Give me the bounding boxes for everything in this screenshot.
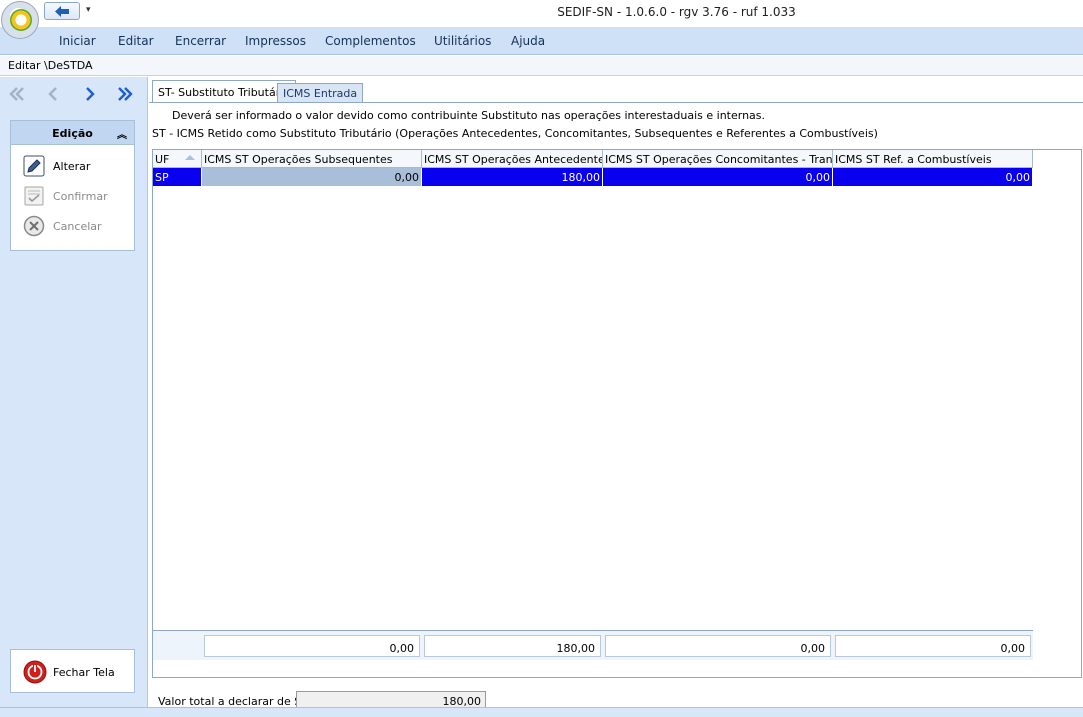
st-grid[interactable]: UF ICMS ST Operações Subsequentes ICMS S… — [152, 149, 1082, 678]
confirmar-label: Confirmar — [53, 190, 108, 203]
cell-antecedentes[interactable]: 180,00 — [422, 168, 603, 186]
record-navigator — [0, 81, 148, 107]
app-logo-button[interactable] — [1, 1, 39, 39]
edicao-panel: Edição ︽ Alterar Confirmar Cancelar — [10, 120, 135, 251]
fechar-tela-button[interactable]: Fechar Tela — [10, 649, 135, 693]
total-subsequentes: 0,00 — [204, 635, 420, 657]
window-title: SEDIF-SN - 1.0.6.0 - rgv 3.76 - ruf 1.03… — [557, 5, 796, 19]
section-title: ST - ICMS Retido como Substituto Tributá… — [152, 127, 878, 140]
main-content: ST- Substituto Tributário ICMS Entrada D… — [149, 77, 1083, 711]
alterar-label: Alterar — [53, 160, 91, 173]
next-record-icon[interactable] — [80, 85, 100, 103]
menu-bar: Iniciar Editar Encerrar Impressos Comple… — [0, 27, 1083, 55]
col-header-concomitantes[interactable]: ICMS ST Operações Concomitantes - Transp… — [603, 150, 833, 168]
st-panel: Deverá ser informado o valor devido como… — [149, 102, 1083, 711]
cell-subsequentes[interactable]: 0,00 — [202, 168, 422, 186]
cell-uf[interactable]: SP — [153, 168, 202, 186]
edicao-header[interactable]: Edição ︽ — [11, 121, 134, 145]
cancelar-label: Cancelar — [53, 220, 102, 233]
cell-combustiveis[interactable]: 0,00 — [833, 168, 1033, 186]
menu-iniciar[interactable]: Iniciar — [59, 34, 96, 48]
previous-record-icon[interactable] — [44, 85, 64, 103]
menu-encerrar[interactable]: Encerrar — [175, 34, 226, 48]
menu-ajuda[interactable]: Ajuda — [511, 34, 545, 48]
total-concomitantes: 0,00 — [605, 635, 831, 657]
power-close-icon — [23, 660, 47, 684]
breadcrumb: Editar \DeSTDA — [0, 56, 1083, 76]
total-combustiveis: 0,00 — [835, 635, 1031, 657]
menu-editar[interactable]: Editar — [118, 34, 154, 48]
menu-impressos[interactable]: Impressos — [245, 34, 306, 48]
sort-ascending-icon — [185, 155, 195, 160]
sedif-logo-icon — [10, 9, 32, 31]
confirmar-button[interactable]: Confirmar — [11, 181, 134, 211]
grid-totals-row: 0,00 180,00 0,00 0,00 — [153, 630, 1033, 660]
col-header-antecedentes[interactable]: ICMS ST Operações Antecedentes — [422, 150, 603, 168]
first-record-icon[interactable] — [7, 85, 27, 103]
tab-icms-entrada[interactable]: ICMS Entrada — [277, 83, 364, 103]
info-text: Deverá ser informado o valor devido como… — [172, 109, 766, 122]
col-header-combustiveis[interactable]: ICMS ST Ref. a Combustíveis — [833, 150, 1033, 168]
collapse-chevron-icon[interactable]: ︽ — [117, 126, 127, 141]
cell-concomitantes[interactable]: 0,00 — [603, 168, 833, 186]
menu-complementos[interactable]: Complementos — [325, 34, 416, 48]
tab-st-substituto[interactable]: ST- Substituto Tributário — [152, 80, 297, 103]
edicao-title: Edição — [52, 127, 93, 140]
status-bar — [0, 707, 1083, 717]
fechar-tela-label: Fechar Tela — [53, 666, 115, 679]
edit-pencil-icon — [23, 155, 45, 177]
cancel-x-icon — [23, 215, 45, 237]
alterar-button[interactable]: Alterar — [11, 151, 134, 181]
last-record-icon[interactable] — [115, 85, 135, 103]
col-header-uf[interactable]: UF — [153, 150, 202, 168]
confirm-check-icon — [24, 186, 44, 206]
menu-utilitarios[interactable]: Utilitários — [434, 34, 491, 48]
total-antecedentes: 180,00 — [424, 635, 601, 657]
title-bar: ▾ SEDIF-SN - 1.0.6.0 - rgv 3.76 - ruf 1.… — [0, 0, 1083, 39]
left-sidebar: Edição ︽ Alterar Confirmar Cancelar Fech… — [0, 77, 148, 707]
col-header-subsequentes[interactable]: ICMS ST Operações Subsequentes — [202, 150, 422, 168]
cancelar-button[interactable]: Cancelar — [11, 211, 134, 241]
col-header-uf-label: UF — [155, 153, 170, 166]
